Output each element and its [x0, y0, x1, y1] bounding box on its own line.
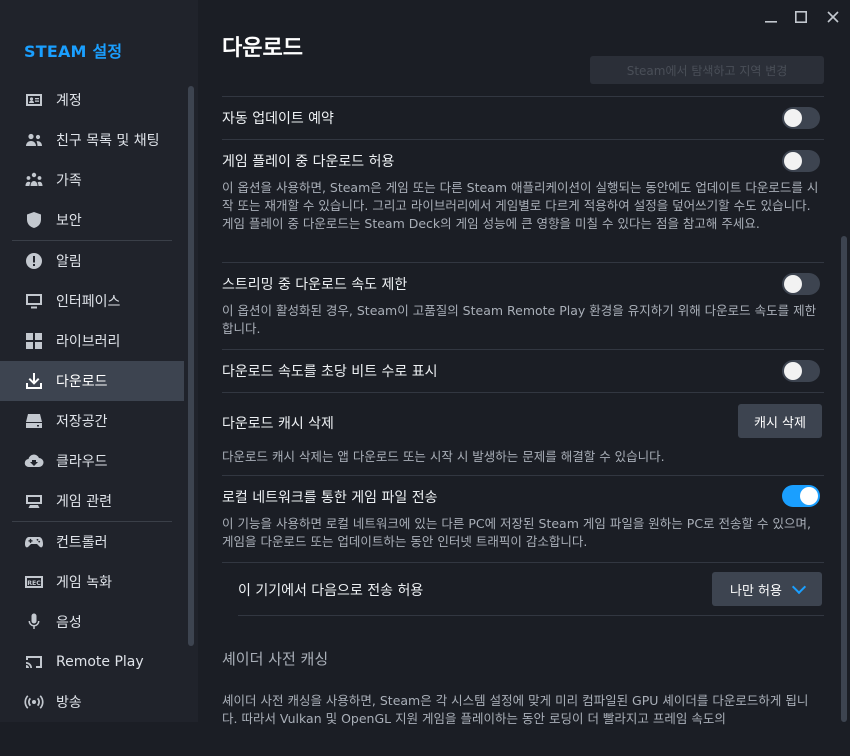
sidebar-item-label: 가족: [56, 173, 82, 189]
friends-icon: [24, 130, 44, 150]
sidebar-item-10[interactable]: 게임 관련: [0, 481, 184, 521]
sidebar-item-4[interactable]: 알림: [0, 241, 184, 281]
sidebar-item-9[interactable]: 클라우드: [0, 441, 184, 481]
bits-per-second-toggle[interactable]: [782, 360, 820, 382]
throttle-streaming-toggle[interactable]: [782, 273, 820, 295]
allow-transfer-dropdown[interactable]: 나만 허용: [712, 572, 822, 606]
bits-per-second-row: 다운로드 속도를 초당 비트 수로 표시: [222, 350, 824, 392]
sidebar-item-label: 알림: [56, 254, 82, 270]
sidebar-item-5[interactable]: 인터페이스: [0, 281, 184, 321]
shader-heading: 셰이더 사전 캐싱: [222, 650, 329, 668]
shader-section: 셰이더 사전 캐싱 셰이더 사전 캐싱을 사용하면, Steam은 각 시스템 …: [222, 616, 824, 756]
download-icon: [24, 371, 44, 391]
sidebar-nav: 계정친구 목록 및 채팅가족보안알림인터페이스라이브러리다운로드저장공간클라우드…: [0, 80, 184, 722]
sidebar-item-label: 게임 녹화: [56, 575, 112, 591]
sidebar-item-label: 게임 관련: [56, 494, 112, 510]
bits-per-second-title: 다운로드 속도를 초당 비트 수로 표시: [222, 364, 438, 380]
controller-icon: [24, 532, 44, 552]
download-during-play-row: 게임 플레이 중 다운로드 허용 이 옵션을 사용하면, Steam은 게임 또…: [222, 140, 824, 262]
throttle-streaming-row: 스트리밍 중 다운로드 속도 제한 이 옵션이 활성화된 경우, Steam이 …: [222, 263, 824, 349]
sidebar-item-label: 친구 목록 및 채팅: [56, 133, 160, 149]
throttle-streaming-desc: 이 옵션이 활성화된 경우, Steam이 고품질의 Steam Remote …: [222, 303, 817, 336]
sidebar-item-8[interactable]: 저장공간: [0, 401, 184, 441]
sidebar-item-12[interactable]: REC 게임 녹화: [0, 562, 184, 602]
sidebar-item-label: 저장공간: [56, 414, 108, 430]
main-panel: 다운로드 Steam에서 탐색하고 지역 변경 자동 업데이트 예약 게임 플레…: [198, 0, 850, 726]
minimize-icon: [765, 21, 777, 23]
clear-cache-desc: 다운로드 캐시 삭제는 앱 다운로드 또는 시작 시 발생하는 문제를 해결할 …: [222, 449, 665, 464]
family-icon: [24, 170, 44, 190]
grid-icon: [24, 331, 44, 351]
lan-transfer-desc: 이 기능을 사용하면 로컬 네트워크에 있는 다른 PC에 저장된 Steam …: [222, 516, 811, 549]
svg-text:REC: REC: [27, 580, 41, 587]
allow-transfer-title: 이 기기에서 다음으로 전송 허용: [238, 583, 424, 599]
download-during-play-title: 게임 플레이 중 다운로드 허용: [222, 154, 395, 170]
sidebar-item-label: 보안: [56, 213, 82, 229]
close-icon: [827, 11, 839, 23]
cloud-sync-icon: [24, 451, 44, 471]
sidebar-item-1[interactable]: 친구 목록 및 채팅: [0, 120, 184, 160]
allow-transfer-row: 이 기기에서 다음으로 전송 허용 나만 허용: [238, 563, 824, 615]
main-scrollbar[interactable]: [841, 236, 847, 722]
auto-update-title: 자동 업데이트 예약: [222, 111, 334, 127]
download-during-play-desc: 이 옵션을 사용하면, Steam은 게임 또는 다른 Steam 애플리케이션…: [222, 180, 819, 231]
auto-update-row: 자동 업데이트 예약: [222, 97, 824, 139]
minimize-button[interactable]: [760, 6, 782, 28]
chevron-down-icon: [791, 579, 807, 594]
toggle-knob: [784, 152, 802, 170]
clear-cache-button[interactable]: 캐시 삭제: [738, 404, 822, 438]
monitor-icon: [24, 291, 44, 311]
settings-sidebar: STEAM 설정 계정친구 목록 및 채팅가족보안알림인터페이스라이브러리다운로…: [0, 0, 198, 722]
sidebar-item-label: 클라우드: [56, 454, 108, 470]
sidebar-item-15[interactable]: 방송: [0, 682, 184, 722]
sidebar-item-label: 라이브러리: [56, 334, 121, 350]
toggle-knob: [800, 487, 818, 505]
shield-icon: [24, 210, 44, 230]
sidebar-item-6[interactable]: 라이브러리: [0, 321, 184, 361]
auto-update-toggle[interactable]: [782, 107, 820, 129]
sidebar-item-13[interactable]: 음성: [0, 602, 184, 642]
sidebar-item-label: 컨트롤러: [56, 535, 108, 551]
sidebar-item-label: 계정: [56, 93, 82, 109]
close-button[interactable]: [822, 6, 844, 28]
cast-icon: [24, 652, 44, 672]
download-during-play-toggle[interactable]: [782, 150, 820, 172]
alert-icon: [24, 251, 44, 271]
sidebar-item-11[interactable]: 컨트롤러: [0, 522, 184, 562]
settings-content: 자동 업데이트 예약 게임 플레이 중 다운로드 허용 이 옵션을 사용하면, …: [222, 96, 824, 756]
lan-transfer-title: 로컬 네트워크를 통한 게임 파일 전송: [222, 490, 438, 506]
clear-cache-row: 다운로드 캐시 삭제 캐시 삭제 다운로드 캐시 삭제는 앱 다운로드 또는 시…: [222, 393, 824, 475]
broadcast-icon: [24, 692, 44, 712]
sidebar-item-2[interactable]: 가족: [0, 160, 184, 200]
storage-icon: [24, 411, 44, 431]
lan-transfer-toggle[interactable]: [782, 485, 820, 507]
allow-transfer-value: 나만 허용: [730, 583, 782, 599]
maximize-icon: [795, 11, 807, 23]
sidebar-item-0[interactable]: 계정: [0, 80, 184, 120]
sidebar-item-label: 방송: [56, 695, 82, 711]
shader-desc: 셰이더 사전 캐싱을 사용하면, Steam은 각 시스템 설정에 맞게 미리 …: [222, 693, 809, 726]
toggle-knob: [784, 275, 802, 293]
sidebar-title: STEAM 설정: [24, 42, 123, 61]
rec-icon: REC: [24, 572, 44, 592]
in-game-icon: [24, 491, 44, 511]
toggle-knob: [784, 362, 802, 380]
sidebar-item-3[interactable]: 보안: [0, 200, 184, 240]
sidebar-item-label: 음성: [56, 615, 82, 631]
sidebar-item-7[interactable]: 다운로드: [0, 361, 184, 401]
toggle-knob: [784, 109, 802, 127]
sidebar-item-label: 다운로드: [56, 374, 108, 390]
sidebar-item-label: Remote Play: [56, 654, 144, 670]
maximize-button[interactable]: [790, 6, 812, 28]
throttle-streaming-title: 스트리밍 중 다운로드 속도 제한: [222, 277, 408, 293]
clear-cache-title: 다운로드 캐시 삭제: [222, 416, 334, 432]
sidebar-scrollbar[interactable]: [188, 86, 194, 646]
sidebar-item-14[interactable]: Remote Play: [0, 642, 184, 682]
sidebar-item-label: 인터페이스: [56, 294, 121, 310]
page-title: 다운로드: [222, 36, 303, 61]
region-button[interactable]: Steam에서 탐색하고 지역 변경: [590, 56, 824, 84]
lan-transfer-row: 로컬 네트워크를 통한 게임 파일 전송 이 기능을 사용하면 로컬 네트워크에…: [222, 476, 824, 562]
account-card-icon: [24, 90, 44, 110]
microphone-icon: [24, 612, 44, 632]
